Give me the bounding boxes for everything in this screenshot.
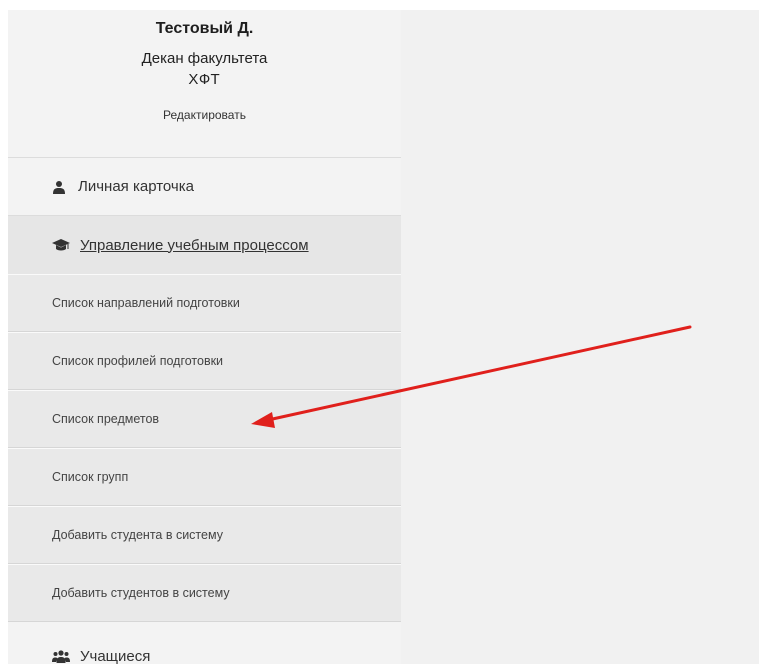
submenu-item[interactable]: Список групп: [8, 448, 401, 506]
submenu-item[interactable]: Добавить студента в систему: [8, 506, 401, 564]
content-area: [401, 10, 759, 664]
page: Тестовый Д. Декан факультета ХФТ Редакти…: [0, 0, 765, 664]
users-icon: [52, 650, 70, 663]
sidebar-item-personal-card[interactable]: Личная карточка: [8, 158, 401, 215]
submenu-item[interactable]: Список профилей подготовки: [8, 332, 401, 390]
submenu-item[interactable]: Список направлений подготовки: [8, 274, 401, 332]
submenu-item[interactable]: Список предметов: [8, 390, 401, 448]
sidebar-item-students[interactable]: Учащиеся: [8, 636, 401, 664]
submenu-item-label: Список групп: [52, 470, 129, 484]
edit-profile-link[interactable]: Редактировать: [8, 108, 401, 122]
submenu-item[interactable]: Добавить студентов в систему: [8, 564, 401, 622]
profile-faculty: ХФТ: [188, 71, 221, 88]
submenu-item-label: Список предметов: [52, 412, 160, 426]
sidebar-item-management[interactable]: Управление учебным процессом: [8, 216, 401, 274]
graduation-cap-icon: [52, 239, 70, 251]
profile-block: Тестовый Д. Декан факультета ХФТ Редакти…: [8, 10, 401, 157]
submenu-item-label: Добавить студентов в систему: [52, 586, 230, 600]
sidebar-item-label: Управление учебным процессом: [80, 236, 309, 254]
profile-role: Декан факультета: [141, 50, 268, 67]
submenu-item-label: Список профилей подготовки: [52, 354, 224, 368]
submenu-item-label: Список направлений подготовки: [52, 296, 240, 310]
sidebar-item-label: Учащиеся: [80, 647, 151, 664]
sidebar: Тестовый Д. Декан факультета ХФТ Редакти…: [8, 10, 401, 664]
sidebar-item-label: Личная карточка: [78, 178, 194, 195]
user-icon: [53, 180, 65, 194]
submenu-item-label: Добавить студента в систему: [52, 528, 223, 542]
profile-name: Тестовый Д.: [155, 20, 254, 37]
